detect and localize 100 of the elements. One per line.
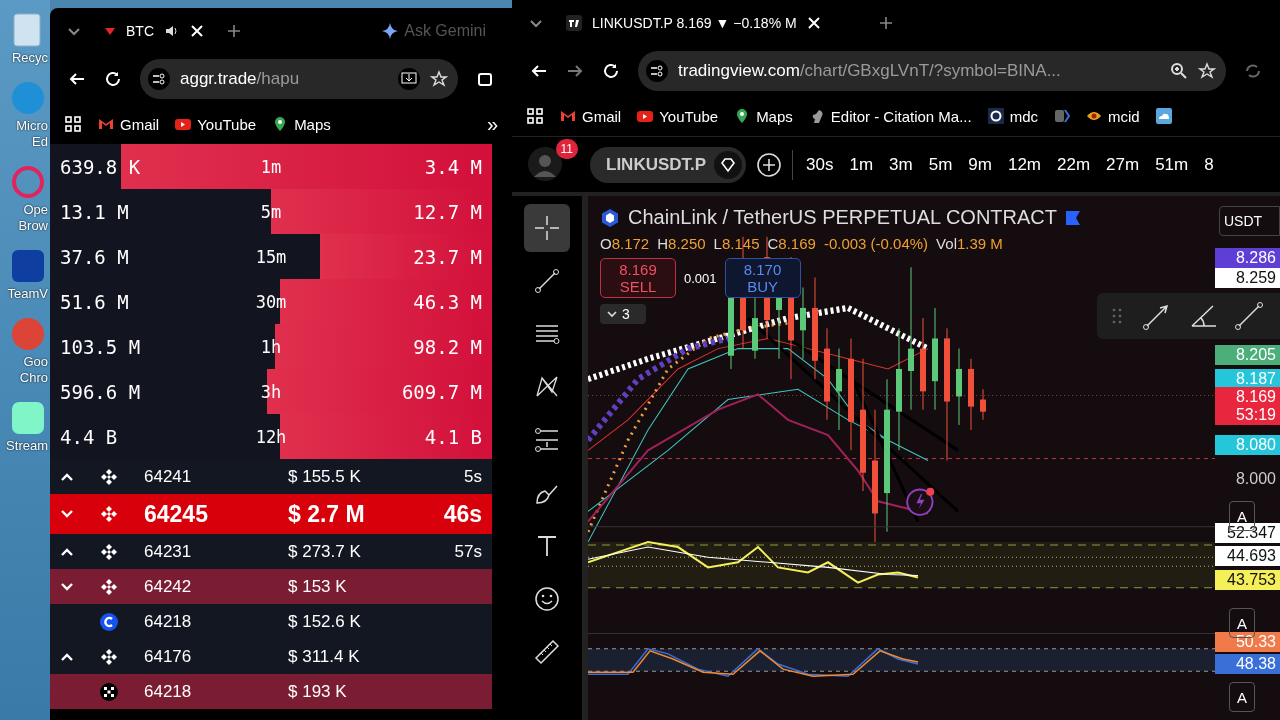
chevron-down-icon — [606, 308, 618, 320]
price-change: -0.003 (-0.04%) — [823, 235, 929, 252]
sell-volume: 98.2 M — [412, 335, 482, 358]
drawing-tool-button[interactable] — [524, 204, 570, 252]
desktop-icon-label: Brow — [18, 218, 49, 234]
trade-price: 64231 — [143, 541, 193, 562]
puzzle-icon[interactable] — [476, 70, 494, 88]
trade-age: 46s — [443, 500, 483, 528]
buy-volume: 37.6 M — [60, 245, 130, 268]
buy-volume: 639.8 K — [60, 155, 142, 178]
install-icon[interactable] — [398, 68, 420, 90]
bookmark-link[interactable]: Gmail — [560, 107, 622, 125]
trade-price: 64245 — [143, 500, 209, 528]
desktop-icon-label: Ope — [23, 202, 49, 218]
address-bar[interactable]: tradingview.com/chart/GBxgLVnT/?symbol=BINA... — [638, 51, 1226, 91]
candle — [752, 297, 758, 360]
reload-icon[interactable] — [104, 70, 122, 88]
bookmark-link[interactable]: Gmail — [98, 115, 160, 133]
sync-icon[interactable] — [1244, 62, 1262, 80]
buy-button[interactable]: 8.170 BUY — [724, 258, 801, 298]
interval-button[interactable]: 9m — [965, 154, 995, 175]
bookmark-link[interactable]: YouTube — [175, 115, 257, 133]
apps-grid-icon[interactable] — [64, 115, 82, 133]
trade-amount: $ 273.7 K — [288, 541, 362, 562]
add-circle-icon[interactable] — [756, 151, 782, 178]
envelope-icon — [98, 116, 114, 132]
address-bar[interactable]: aggr.trade/hapu — [140, 59, 458, 99]
bookmark-link[interactable]: mcid — [1086, 107, 1140, 125]
site-settings-icon[interactable] — [148, 68, 170, 90]
notification-badge: 11 — [555, 138, 578, 159]
ring-icon — [987, 108, 1004, 124]
trade-age: 5s — [464, 466, 483, 487]
diamond-logo-icon — [100, 467, 118, 486]
interval-button[interactable]: 3m — [886, 154, 916, 175]
trade-price: 64218 — [143, 611, 193, 632]
trade-price: 64176 — [143, 646, 193, 667]
bookmark-link[interactable]: Maps — [272, 115, 331, 133]
diamond-logo-icon — [100, 505, 118, 523]
interval-button[interactable]: 8 — [1201, 154, 1217, 175]
play-icon — [637, 108, 654, 124]
desktop-icon-label: Ed — [32, 134, 49, 150]
avatar-icon[interactable] — [528, 146, 562, 181]
interval-button[interactable]: 30s — [803, 154, 837, 175]
trend-line-icon[interactable] — [1233, 300, 1265, 332]
more-bookmarks-button[interactable]: » — [486, 112, 498, 136]
trade-price: 64241 — [143, 466, 193, 487]
bookmark-link[interactable] — [1155, 108, 1172, 124]
diamond-logo-icon — [100, 542, 118, 561]
spread-value: 0.001 — [684, 270, 717, 286]
lightning-alert-icon[interactable] — [906, 486, 936, 516]
trade-amount: $ 2.7 M — [288, 500, 366, 528]
interval-button[interactable]: 1m — [846, 154, 877, 175]
interval-button[interactable]: 12m — [1004, 154, 1044, 175]
zoom-icon[interactable] — [1170, 62, 1188, 80]
trade-amount: $ 193 K — [288, 681, 348, 702]
tv-logo-icon — [566, 15, 582, 31]
bookmark-link[interactable]: mdc — [987, 107, 1039, 125]
ohlc-value: L8.145 — [713, 235, 760, 252]
trade-amount: $ 311.4 K — [288, 646, 361, 667]
envelope-icon — [560, 108, 576, 124]
browser-tab[interactable]: LINKUSDT.P 8.169 ▼ −0.18% M — [558, 7, 864, 39]
price-label: 8.205 — [1215, 345, 1280, 365]
diamond-logo-icon — [100, 647, 118, 666]
crosshair-icon — [533, 214, 561, 242]
sparkle-icon — [382, 23, 399, 39]
interval-button[interactable]: 22m — [1054, 154, 1094, 175]
flag-icon[interactable] — [1065, 209, 1082, 226]
apps-grid-icon[interactable] — [526, 107, 544, 125]
bookmark-link[interactable]: Editor - Citation Ma... — [808, 107, 972, 125]
coin-logo-icon — [100, 612, 118, 631]
symbol-search-button[interactable]: LINKUSDT.P — [590, 146, 746, 183]
auto-scale-button[interactable]: A — [1229, 682, 1255, 712]
interval-button[interactable]: 5m — [925, 154, 956, 175]
browser-tab[interactable]: BTC — [96, 15, 212, 47]
interval-button[interactable]: 27m — [1103, 154, 1143, 175]
bookmark-link[interactable]: YouTube — [637, 107, 719, 125]
interval-label: 1m — [259, 156, 283, 177]
close-icon[interactable] — [806, 16, 821, 30]
interval-button[interactable]: 51m — [1152, 154, 1192, 175]
price-label: 8.169 53:19 — [1215, 387, 1280, 425]
chart-title: ChainLink / TetherUS PERPETUAL CONTRACT — [628, 206, 1058, 229]
plus-icon[interactable] — [226, 23, 242, 39]
sell-volume: 3.4 M — [423, 155, 482, 178]
sell-button[interactable]: 8.169 SELL — [600, 258, 676, 298]
desktop-icon-label: TeamV — [7, 286, 49, 302]
desktop-icon-label: Micro — [16, 118, 49, 134]
bookmark-link[interactable]: Maps — [734, 107, 793, 125]
hexagon-logo-icon — [600, 207, 620, 228]
site-settings-icon[interactable] — [646, 60, 668, 82]
price-label: 44.693 — [1215, 546, 1280, 566]
reload-icon[interactable] — [602, 62, 620, 80]
star-icon[interactable] — [430, 70, 448, 88]
ohlc-value: O8.172 — [600, 235, 650, 252]
close-icon[interactable] — [190, 24, 204, 38]
indicator-collapse-button[interactable]: 3 — [600, 304, 646, 324]
speaker-icon[interactable] — [164, 23, 180, 39]
trade-amount: $ 152.6 K — [288, 611, 362, 632]
plus-icon[interactable] — [878, 15, 894, 31]
currency-button[interactable]: USDT — [1219, 206, 1280, 236]
star-icon[interactable] — [1198, 62, 1216, 80]
